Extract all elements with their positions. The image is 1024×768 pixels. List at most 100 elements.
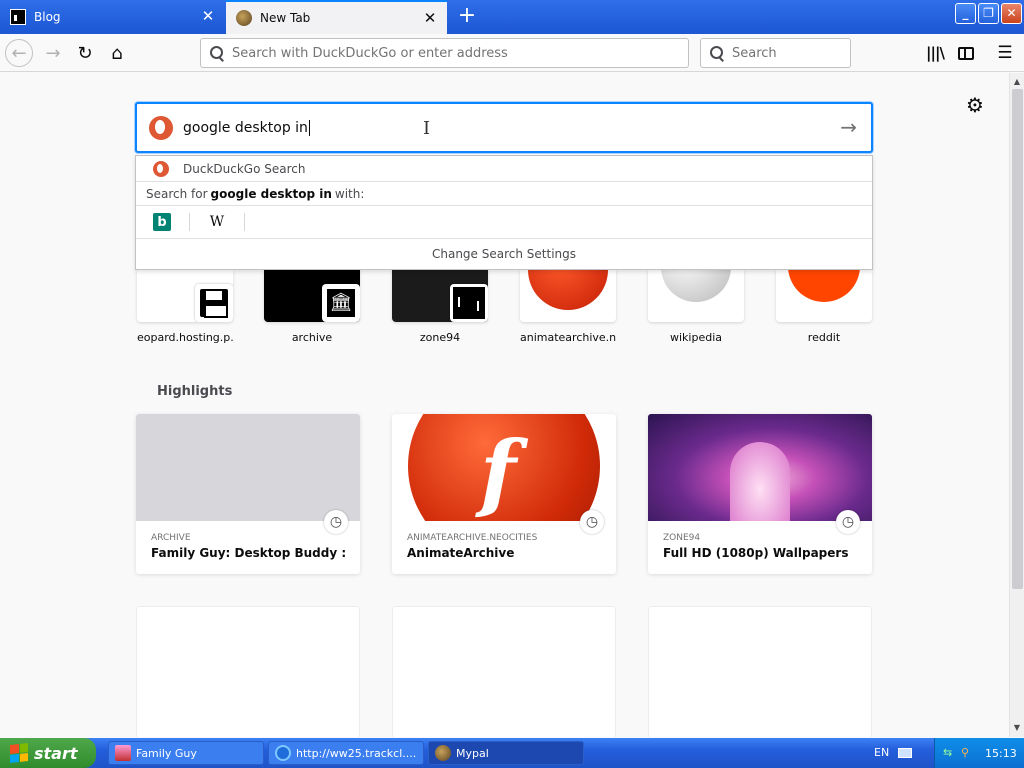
home-button[interactable]: ⌂ [103,39,131,67]
site-badge [450,284,488,322]
duckduckgo-icon [153,160,169,177]
site-badge: 🏛 [322,284,360,322]
card-title: AnimateArchive [407,546,515,560]
forward-button[interactable]: → [39,39,67,67]
taskbar-item[interactable]: http://ww25.trackcl.... [268,741,424,765]
site-badge [195,284,233,322]
text-cursor-icon: I [423,118,431,139]
close-window-button[interactable]: ✕ [1001,3,1022,24]
tab-title: New Tab [260,11,311,25]
address-bar[interactable]: Search with DuckDuckGo or enter address [200,38,689,68]
back-button[interactable]: ← [5,39,33,67]
library-button[interactable]: |||\ [924,42,946,64]
vertical-scrollbar[interactable]: ▲ ▼ [1009,73,1024,737]
keyboard-icon[interactable] [898,748,912,758]
highlight-card[interactable]: f ◷ ANIMATEARCHIVE.NEOCITIES AnimateArch… [392,414,616,574]
highlight-card[interactable]: ◷ ZONE94 Full HD (1080p) Wallpapers [648,414,872,574]
family-guy-icon [115,745,131,761]
text-caret [308,119,310,136]
scroll-up-icon[interactable]: ▲ [1010,75,1024,89]
taskbar-item[interactable]: Mypal [428,741,584,765]
taskbar-item[interactable]: Family Guy [108,741,264,765]
site-thumbnail [520,270,616,322]
site-thumbnail: 🏛 [264,270,360,322]
menu-button[interactable]: ☰ [994,42,1016,64]
close-tab-icon[interactable]: ✕ [423,11,437,26]
settings-gear-icon[interactable]: ⚙ [966,93,984,117]
search-bar[interactable]: Search [700,38,851,68]
duckduckgo-icon [149,115,173,140]
floppy-icon [200,289,228,318]
card-title: Full HD (1080p) Wallpapers [663,546,849,560]
search-placeholder: Search [732,45,777,61]
site-thumbnail [392,270,488,322]
change-search-settings-button[interactable]: Change Search Settings [136,239,872,269]
wikipedia-icon[interactable]: W [208,213,226,231]
highlight-card[interactable]: ◷ ARCHIVE Family Guy: Desktop Buddy : Sc… [136,414,360,574]
site-label: zone94 [419,331,461,344]
empty-card [392,606,616,737]
address-placeholder: Search with DuckDuckGo or enter address [232,45,508,61]
page-search-input[interactable]: google desktop in I → [135,102,873,153]
suggestion-label: DuckDuckGo Search [183,161,306,176]
search-icon [209,45,225,61]
search-for-header: Search for google desktop in with: [136,182,872,206]
maximize-button[interactable]: ❐ [978,3,999,24]
site-label: eopard.hosting.p... [137,331,233,344]
top-site[interactable]: reddit [776,270,872,344]
system-tray: ⇆ ⚲ 15:13 [934,738,1024,768]
search-icon [709,45,725,61]
scroll-down-icon[interactable]: ▼ [1010,721,1024,735]
card-source: ANIMATEARCHIVE.NEOCITIES [407,533,538,543]
sidebar-icon [958,47,974,60]
navigation-toolbar: ← → ↻ ⌂ Search with DuckDuckGo or enter … [0,34,1024,72]
suggestion-item[interactable]: DuckDuckGo Search [136,156,872,182]
close-tab-icon[interactable]: ✕ [201,9,215,24]
reload-button[interactable]: ↻ [71,39,99,67]
top-site[interactable]: wikipedia [648,270,744,344]
internet-explorer-icon [275,745,291,761]
bing-icon[interactable]: b [153,213,171,231]
top-site[interactable]: eopard.hosting.p... [137,270,233,344]
search-tray-icon[interactable]: ⚲ [961,746,975,760]
go-arrow-icon[interactable]: → [840,115,857,139]
mypal-icon [435,745,451,761]
taskbar-item-label: Mypal [456,746,489,760]
blog-favicon-icon [10,9,26,25]
top-site[interactable]: zone94 [392,270,488,344]
taskbar-item-label: http://ww25.trackcl.... [296,746,417,760]
highlights-heading: Highlights [157,384,233,399]
language-indicator[interactable]: EN [874,746,889,759]
site-label: wikipedia [669,331,722,344]
site-thumbnail [648,270,744,322]
tab-strip: Blog ✕ New Tab ✕ + _ ❐ ✕ [0,0,1024,34]
scrollbar-thumb[interactable] [1012,89,1023,589]
network-icon[interactable]: ⇆ [943,746,957,760]
mypal-favicon-icon [236,10,252,26]
flash-icon [528,270,608,310]
clock-icon: ◷ [324,510,348,534]
reddit-icon [788,270,860,302]
card-image [136,414,360,521]
minimize-button[interactable]: _ [955,3,976,24]
start-button[interactable]: start [0,738,96,768]
new-tab-page: ⚙ eopard.hosting.p... 🏛 archive zone94 a… [0,73,1009,737]
search-for-suffix: with: [334,186,365,201]
site-label: archive [291,331,333,344]
site-label: reddit [807,331,841,344]
tab-new-tab[interactable]: New Tab ✕ [226,0,447,34]
start-label: start [34,743,78,763]
top-site[interactable]: 🏛 archive [264,270,360,344]
tab-blog[interactable]: Blog ✕ [0,0,225,34]
top-site[interactable]: animatearchive.n... [520,270,616,344]
one-off-engines: b W [136,206,872,239]
tab-title: Blog [34,10,61,24]
search-for-prefix: Search for [146,186,208,201]
site-thumbnail [137,270,233,322]
card-source: ZONE94 [663,533,701,543]
new-tab-button[interactable]: + [456,5,478,27]
clock: 15:13 [985,746,1017,760]
sidebar-toggle-button[interactable] [955,42,977,64]
windows-taskbar: start Family Guy http://ww25.trackcl....… [0,738,1024,768]
site-thumbnail [776,270,872,322]
